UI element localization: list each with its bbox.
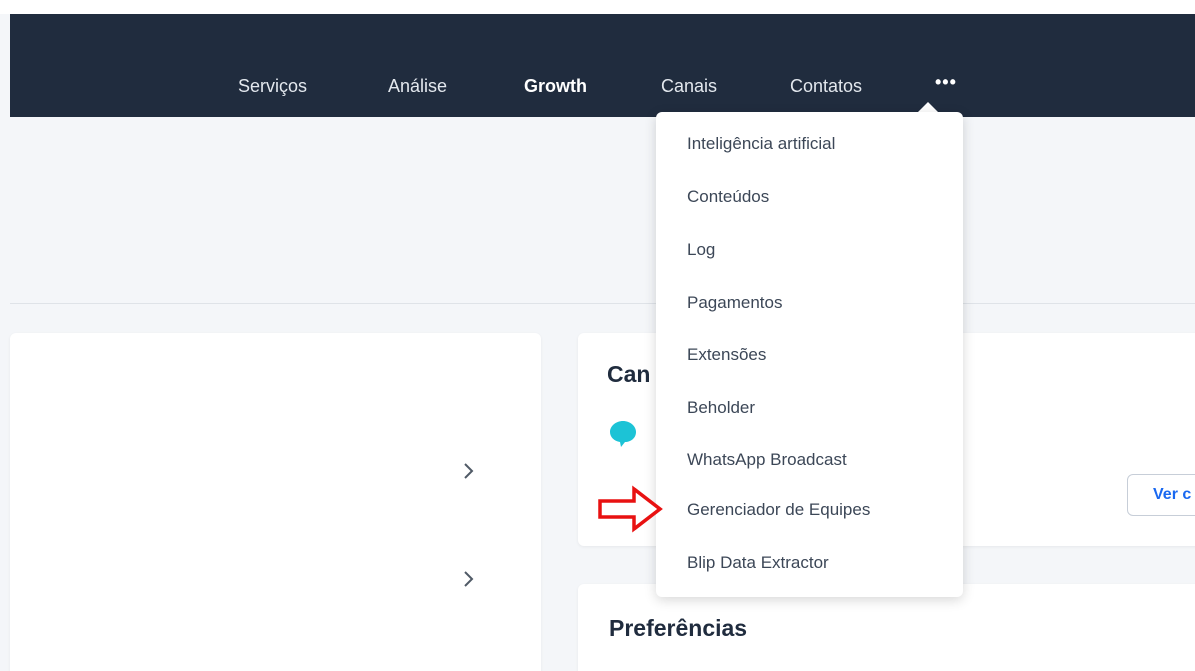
menu-item-gerenciador-de-equipes[interactable]: Gerenciador de Equipes	[687, 500, 870, 520]
nav-item-canais[interactable]: Canais	[661, 76, 717, 97]
menu-item-inteligencia-artificial[interactable]: Inteligência artificial	[687, 134, 835, 154]
menu-item-extensoes[interactable]: Extensões	[687, 345, 766, 365]
nav-item-analise[interactable]: Análise	[388, 76, 447, 97]
page-header-area	[10, 117, 1195, 304]
menu-item-conteudos[interactable]: Conteúdos	[687, 187, 769, 207]
top-strip	[0, 0, 1195, 14]
more-dropdown-menu: Inteligência artificial Conteúdos Log Pa…	[656, 112, 963, 597]
chevron-right-icon[interactable]	[462, 461, 476, 487]
more-menu-icon[interactable]: •••	[935, 72, 957, 93]
menu-item-blip-data-extractor[interactable]: Blip Data Extractor	[687, 553, 829, 573]
nav-item-servicos[interactable]: Serviços	[238, 76, 307, 97]
preferences-card: Preferências	[578, 584, 1195, 671]
preferences-card-title: Preferências	[609, 615, 748, 641]
chevron-right-icon[interactable]	[462, 569, 476, 595]
top-navbar: Serviços Análise Growth Canais Contatos …	[10, 14, 1195, 117]
page: Serviços Análise Growth Canais Contatos …	[0, 0, 1195, 671]
left-card	[10, 333, 541, 671]
menu-item-log[interactable]: Log	[687, 240, 715, 260]
red-annotation-arrow-icon	[598, 485, 663, 533]
view-button[interactable]: Ver c	[1127, 474, 1195, 516]
nav-item-contatos[interactable]: Contatos	[790, 76, 862, 97]
chat-bubble-icon	[608, 419, 638, 449]
menu-item-whatsapp-broadcast[interactable]: WhatsApp Broadcast	[687, 450, 847, 470]
menu-item-beholder[interactable]: Beholder	[687, 398, 755, 418]
menu-item-pagamentos[interactable]: Pagamentos	[687, 293, 782, 313]
nav-item-growth[interactable]: Growth	[524, 76, 587, 97]
